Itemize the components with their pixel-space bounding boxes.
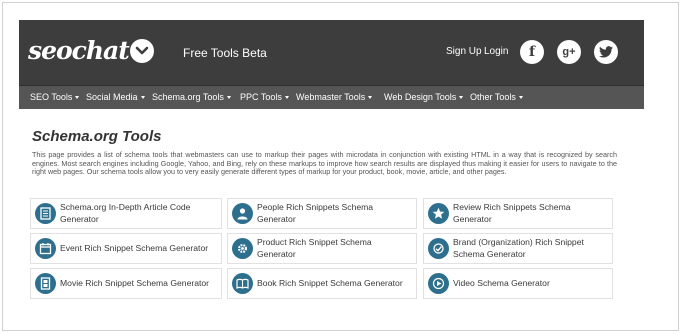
facebook-icon[interactable]: f bbox=[520, 40, 544, 64]
tool-card-review[interactable]: Review Rich Snippets Schema Generator bbox=[423, 198, 613, 229]
tool-card-people[interactable]: People Rich Snippets Schema Generator bbox=[227, 198, 417, 229]
caret-down-icon bbox=[226, 96, 231, 100]
tool-label: Movie Rich Snippet Schema Generator bbox=[60, 278, 210, 288]
caret-down-icon bbox=[140, 96, 145, 100]
video-icon bbox=[428, 273, 449, 294]
brand-icon bbox=[428, 238, 449, 259]
intro-paragraph: This page provides a list of schema tool… bbox=[32, 150, 617, 177]
tool-label: Schema.org In-Depth Article Code Generat… bbox=[60, 202, 191, 224]
gear-icon bbox=[232, 238, 253, 259]
nav-schema-tools[interactable]: Schema.org Tools bbox=[152, 86, 231, 109]
nav-seo-tools[interactable]: SEO Tools bbox=[30, 86, 80, 109]
nav-webmaster-tools[interactable]: Webmaster Tools bbox=[296, 86, 373, 109]
caret-down-icon bbox=[368, 96, 373, 100]
caret-down-icon bbox=[518, 96, 523, 100]
googleplus-icon[interactable]: g+ bbox=[557, 40, 581, 64]
page-title: Schema.org Tools bbox=[32, 128, 162, 145]
nav-web-design-tools[interactable]: Web Design Tools bbox=[384, 86, 464, 109]
chevron-down-icon[interactable] bbox=[130, 39, 154, 63]
caret-down-icon bbox=[459, 96, 464, 100]
book-icon bbox=[232, 273, 253, 294]
tool-label: Product Rich Snippet Schema Generator bbox=[257, 237, 372, 259]
film-icon bbox=[35, 273, 56, 294]
tool-label: Brand (Organization) Rich Snippet Schema… bbox=[453, 237, 584, 259]
tool-label: Book Rich Snippet Schema Generator bbox=[257, 278, 403, 288]
review-star-icon bbox=[428, 203, 449, 224]
main-nav: SEO Tools Social Media Schema.org Tools … bbox=[19, 85, 644, 109]
person-icon bbox=[232, 203, 253, 224]
caret-down-icon bbox=[284, 96, 289, 100]
tool-card-product[interactable]: Product Rich Snippet Schema Generator bbox=[227, 233, 417, 264]
tool-label: People Rich Snippets Schema Generator bbox=[257, 202, 374, 224]
tool-card-book[interactable]: Book Rich Snippet Schema Generator bbox=[227, 268, 417, 299]
nav-other-tools[interactable]: Other Tools bbox=[470, 86, 523, 109]
tool-label: Review Rich Snippets Schema Generator bbox=[453, 202, 571, 224]
nav-social-media[interactable]: Social Media bbox=[86, 86, 145, 109]
tool-card-event[interactable]: Event Rich Snippet Schema Generator bbox=[30, 233, 222, 264]
tool-label: Event Rich Snippet Schema Generator bbox=[60, 243, 209, 253]
tool-card-movie[interactable]: Movie Rich Snippet Schema Generator bbox=[30, 268, 222, 299]
caret-down-icon bbox=[75, 96, 80, 100]
tool-card-video[interactable]: Video Schema Generator bbox=[423, 268, 613, 299]
article-icon bbox=[35, 203, 56, 224]
tool-label: Video Schema Generator bbox=[453, 278, 550, 288]
site-header: seochat Free Tools Beta Sign Up Login f … bbox=[19, 20, 644, 85]
tool-card-brand[interactable]: Brand (Organization) Rich Snippet Schema… bbox=[423, 233, 613, 264]
twitter-icon[interactable] bbox=[594, 40, 618, 64]
login-link[interactable]: Login bbox=[484, 45, 508, 59]
seochat-logo[interactable]: seochat bbox=[28, 36, 154, 66]
signup-link[interactable]: Sign Up bbox=[446, 45, 482, 59]
tagline: Free Tools Beta bbox=[183, 46, 267, 60]
logo-text: seochat bbox=[28, 36, 130, 65]
nav-ppc-tools[interactable]: PPC Tools bbox=[240, 86, 289, 109]
calendar-icon bbox=[35, 238, 56, 259]
tool-card-article[interactable]: Schema.org In-Depth Article Code Generat… bbox=[30, 198, 222, 229]
